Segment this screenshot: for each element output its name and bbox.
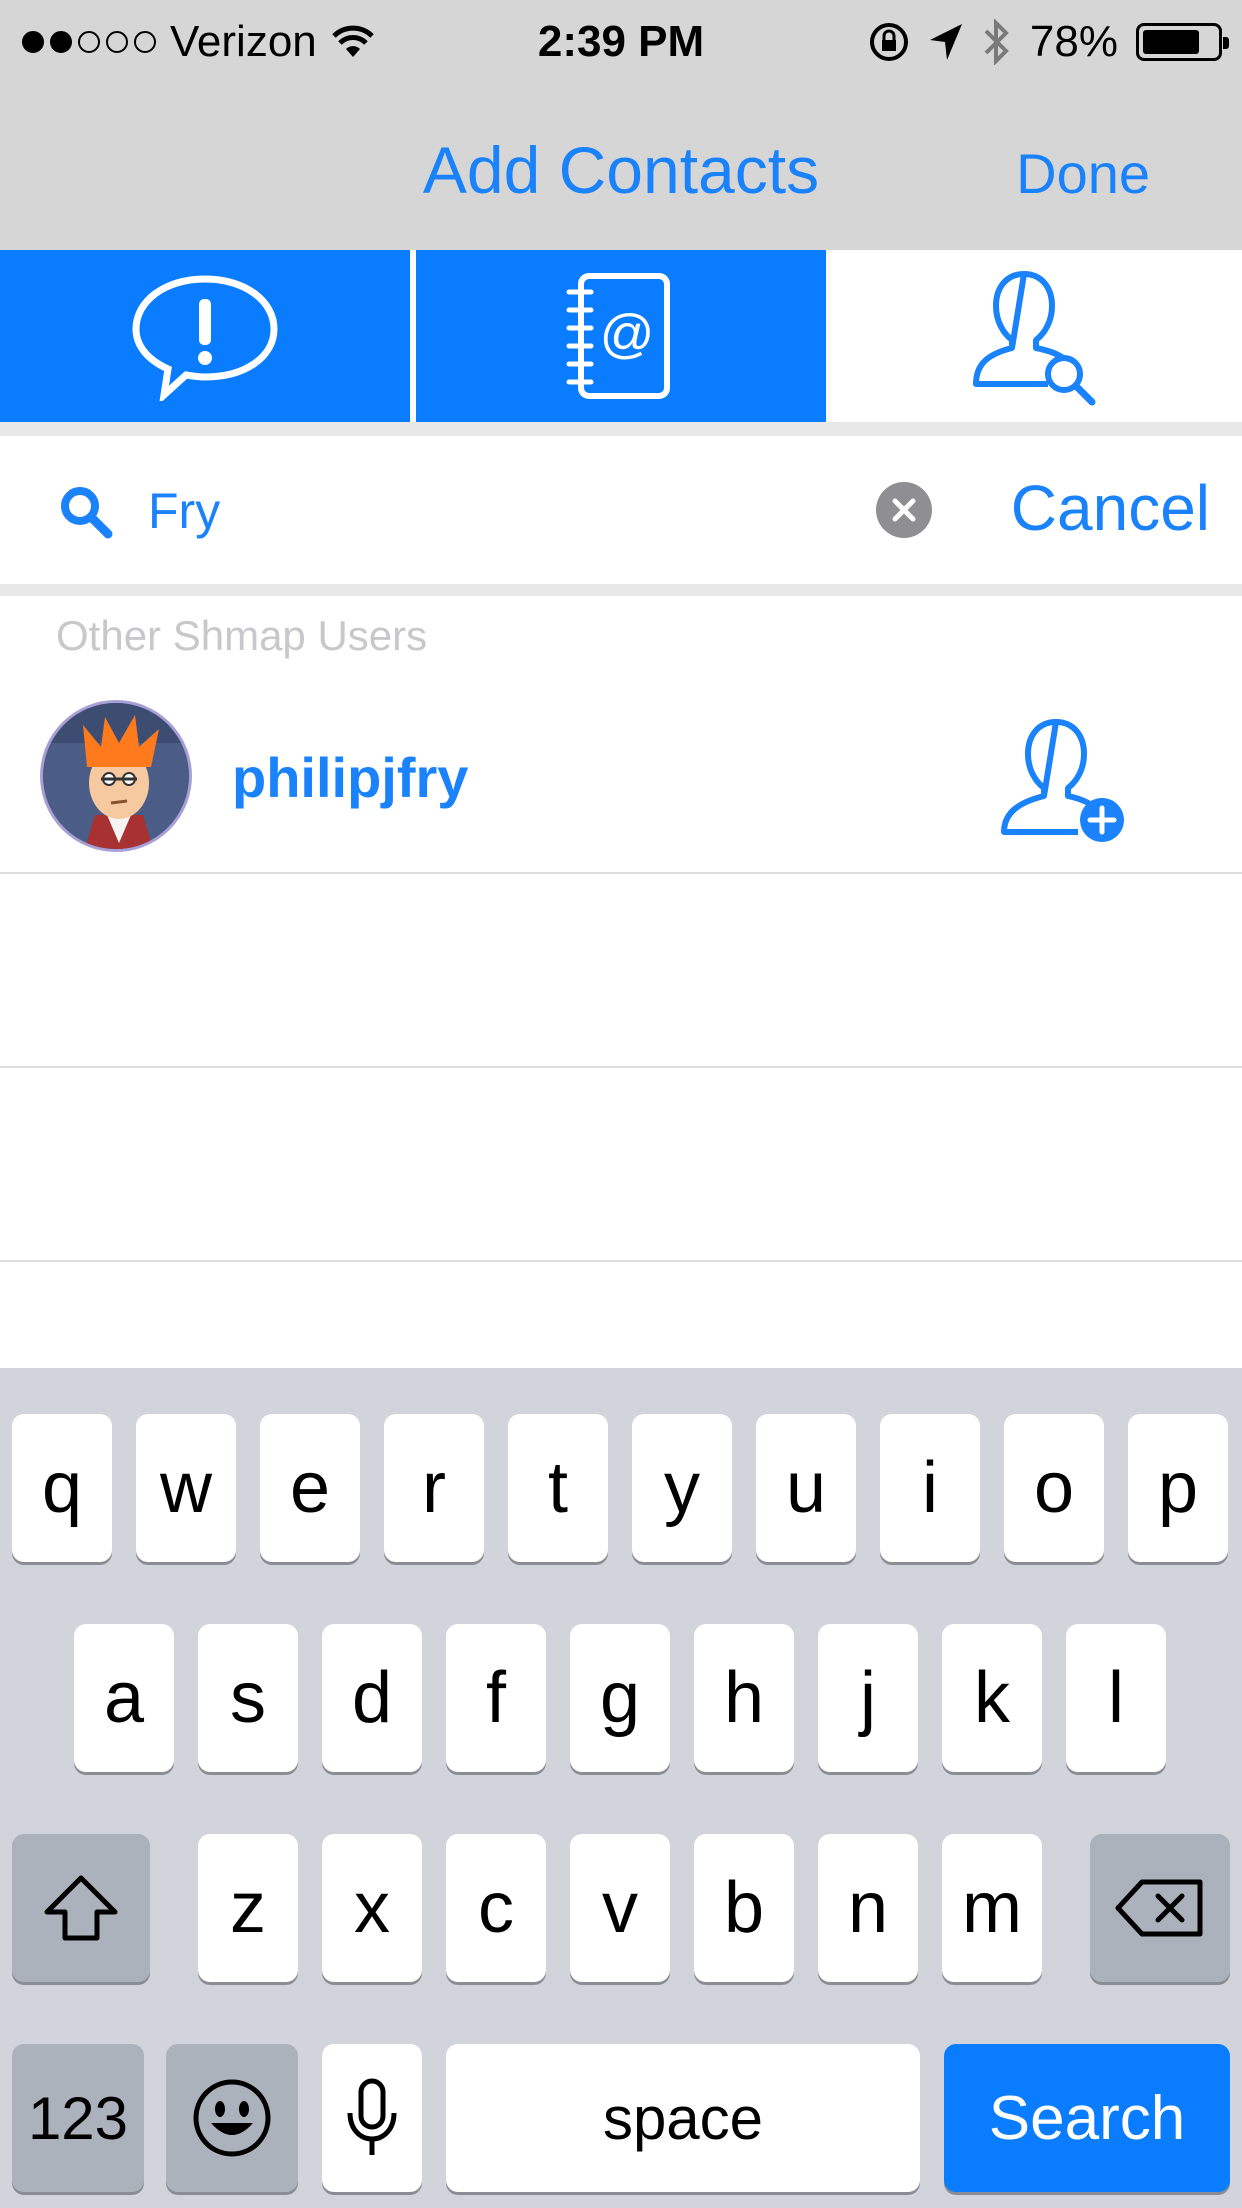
- avatar: [40, 700, 192, 852]
- user-search-icon: [973, 271, 1096, 406]
- key-l[interactable]: l: [1066, 1624, 1166, 1772]
- clear-search-button[interactable]: [876, 482, 932, 538]
- key-a[interactable]: a: [74, 1624, 174, 1772]
- close-icon: [892, 498, 916, 522]
- key-s[interactable]: s: [198, 1624, 298, 1772]
- key-v[interactable]: v: [570, 1834, 670, 1982]
- key-g[interactable]: g: [570, 1624, 670, 1772]
- add-user-icon: [1001, 719, 1124, 842]
- cancel-button[interactable]: Cancel: [1011, 468, 1210, 548]
- add-contact-button[interactable]: [996, 716, 1136, 846]
- shift-icon: [44, 1875, 118, 1941]
- key-m[interactable]: m: [942, 1834, 1042, 1982]
- avatar-image: [43, 703, 189, 849]
- key-d[interactable]: d: [322, 1624, 422, 1772]
- search-bar: Cancel: [0, 436, 1242, 584]
- tab-alerts[interactable]: [0, 250, 410, 422]
- key-h[interactable]: h: [694, 1624, 794, 1772]
- list-item[interactable]: philipjfry: [0, 680, 1242, 874]
- key-k[interactable]: k: [942, 1624, 1042, 1772]
- key-w[interactable]: w: [136, 1414, 236, 1562]
- numbers-key[interactable]: 123: [12, 2044, 144, 2192]
- bluetooth-icon: [984, 19, 1009, 65]
- navigation-bar: Add Contacts Done: [0, 84, 1242, 250]
- keyboard: q w e r t y u i o p a s d f g h j k l z …: [0, 1368, 1242, 2208]
- empty-row: [0, 1068, 1242, 1262]
- microphone-icon: [347, 2078, 397, 2155]
- speech-bubble-exclamation-icon: [132, 275, 278, 401]
- search-divider: [0, 584, 1242, 596]
- search-key[interactable]: Search: [944, 2044, 1230, 2192]
- rotation-lock-icon: [869, 23, 908, 61]
- backspace-icon: [1115, 1879, 1203, 1937]
- tab-search-users[interactable]: [826, 250, 1242, 422]
- key-e[interactable]: e: [260, 1414, 360, 1562]
- key-r[interactable]: r: [384, 1414, 484, 1562]
- battery-icon: [1136, 23, 1229, 61]
- key-x[interactable]: x: [322, 1834, 422, 1982]
- key-t[interactable]: t: [508, 1414, 608, 1562]
- done-button[interactable]: Done: [1016, 134, 1150, 214]
- empty-row: [0, 874, 1242, 1068]
- key-b[interactable]: b: [694, 1834, 794, 1982]
- key-i[interactable]: i: [880, 1414, 980, 1562]
- location-arrow-icon: [929, 24, 962, 60]
- key-j[interactable]: j: [818, 1624, 918, 1772]
- key-o[interactable]: o: [1004, 1414, 1104, 1562]
- contact-source-tabs: @: [0, 250, 1242, 422]
- svg-text:@: @: [600, 304, 655, 364]
- search-icon: [61, 487, 113, 539]
- tabs-divider: [0, 422, 1242, 436]
- key-c[interactable]: c: [446, 1834, 546, 1982]
- status-bar: Verizon 2:39 PM 78%: [0, 0, 1242, 84]
- battery-percent: 78%: [1029, 17, 1118, 66]
- space-key[interactable]: space: [446, 2044, 920, 2192]
- key-f[interactable]: f: [446, 1624, 546, 1772]
- key-n[interactable]: n: [818, 1834, 918, 1982]
- section-header: Other Shmap Users: [56, 612, 428, 659]
- key-y[interactable]: y: [632, 1414, 732, 1562]
- delete-key[interactable]: [1090, 1834, 1230, 1982]
- key-u[interactable]: u: [756, 1414, 856, 1562]
- shift-key[interactable]: [12, 1834, 150, 1982]
- tab-address-book[interactable]: @: [416, 250, 826, 422]
- emoji-key[interactable]: [166, 2044, 298, 2192]
- username: philipjfry: [232, 746, 469, 809]
- key-p[interactable]: p: [1128, 1414, 1228, 1562]
- key-z[interactable]: z: [198, 1834, 298, 1982]
- address-book-icon: @: [566, 273, 670, 399]
- search-input[interactable]: [148, 476, 848, 546]
- emoji-icon: [193, 2079, 271, 2157]
- key-q[interactable]: q: [12, 1414, 112, 1562]
- status-right: 78%: [868, 14, 1229, 70]
- dictation-key[interactable]: [322, 2044, 422, 2192]
